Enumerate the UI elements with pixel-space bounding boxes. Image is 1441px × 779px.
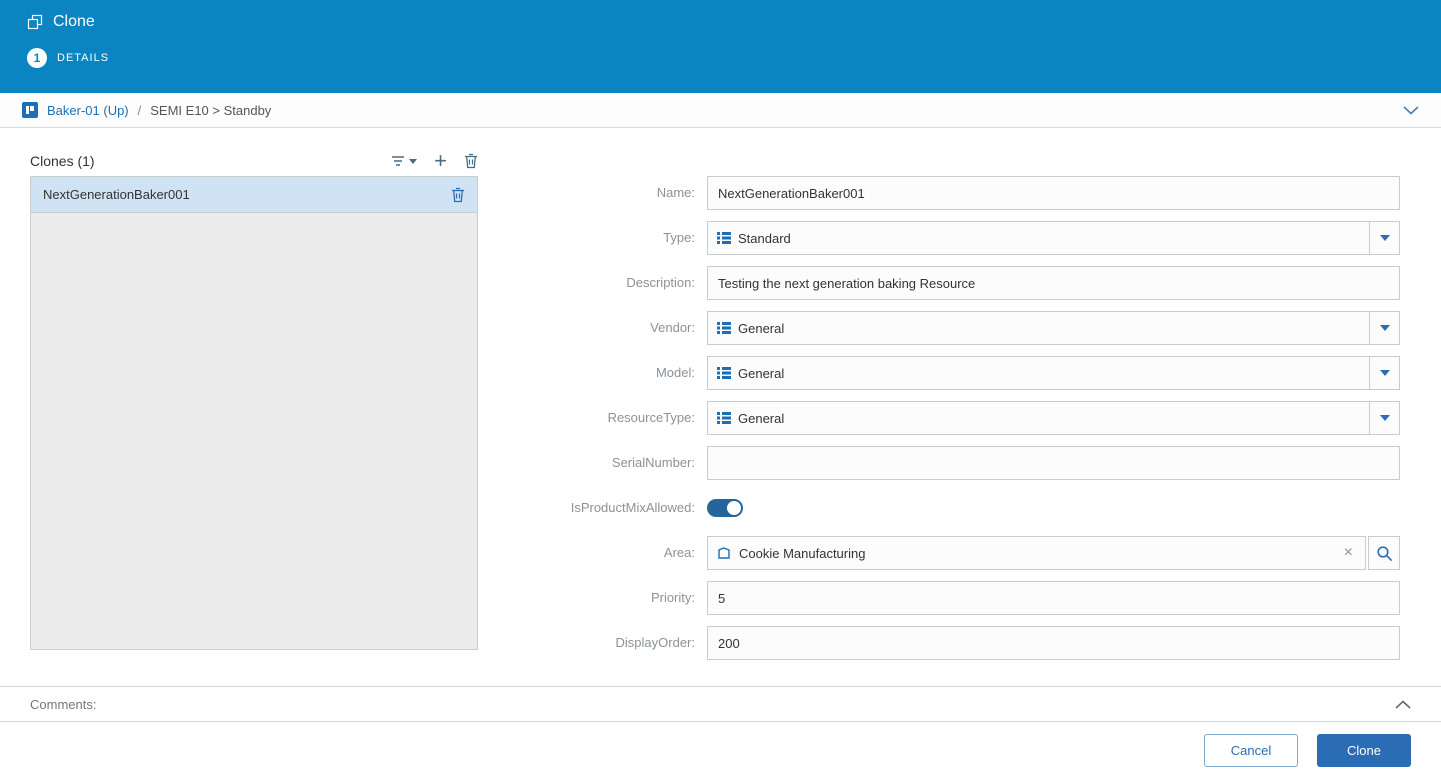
breadcrumb-separator: / [137, 102, 142, 118]
chevron-down-icon[interactable] [1403, 105, 1419, 115]
form-row-display-order: DisplayOrder: [520, 626, 1400, 660]
form-row-priority: Priority: [520, 581, 1400, 615]
entity-list-icon [717, 322, 731, 334]
form-row-resource-type: ResourceType: General [520, 401, 1400, 435]
area-icon [717, 546, 731, 560]
area-search-button[interactable] [1368, 536, 1400, 570]
clone-button[interactable]: Clone [1317, 733, 1411, 767]
clones-panel: Clones (1) + NextGenerationBaker001 [30, 150, 478, 686]
resource-type-value: General [738, 410, 785, 426]
model-dropdown-button[interactable] [1369, 357, 1399, 389]
breadcrumb-entity[interactable]: Baker-01 (Up) [47, 103, 129, 118]
model-value: General [738, 365, 785, 381]
display-order-input[interactable] [707, 626, 1400, 660]
name-input[interactable] [707, 176, 1400, 210]
clone-form: Name: Type: Standard Descriptio [520, 176, 1411, 686]
priority-label: Priority: [650, 590, 695, 605]
form-row-area: Area: Cookie Manufacturing × [520, 536, 1400, 570]
description-label: Description: [626, 275, 695, 290]
entity-list-icon [717, 367, 731, 379]
vendor-dropdown-button[interactable] [1369, 312, 1399, 344]
clone-item-name: NextGenerationBaker001 [43, 187, 190, 202]
description-input[interactable] [707, 266, 1400, 300]
type-value: Standard [738, 230, 791, 246]
step-label: DETAILS [57, 52, 110, 64]
type-label: Type: [663, 230, 695, 245]
form-row-is-product-mix-allowed: IsProductMixAllowed: [520, 491, 1400, 525]
entity-list-icon [717, 412, 731, 424]
resource-icon [22, 102, 38, 118]
main-content: Clones (1) + NextGenerationBaker001 Name… [0, 128, 1441, 686]
breadcrumb: Baker-01 (Up) / SEMI E10 > Standby [0, 93, 1441, 128]
serial-number-input[interactable] [707, 446, 1400, 480]
toggle-knob [727, 501, 741, 515]
form-row-name: Name: [520, 176, 1400, 210]
form-row-model: Model: General [520, 356, 1400, 390]
name-label: Name: [656, 185, 695, 200]
area-value: Cookie Manufacturing [739, 545, 866, 561]
filter-menu-icon[interactable] [391, 155, 418, 167]
is-product-mix-allowed-label: IsProductMixAllowed: [570, 500, 695, 515]
clear-icon[interactable]: × [1341, 544, 1356, 562]
priority-input[interactable] [707, 581, 1400, 615]
search-icon [1376, 545, 1393, 562]
cancel-button[interactable]: Cancel [1204, 733, 1298, 767]
area-label: Area: [663, 545, 695, 560]
page-title: Clone [53, 13, 95, 30]
clones-panel-title: Clones (1) [30, 153, 95, 169]
action-footer: Cancel Clone [0, 722, 1441, 778]
form-row-type: Type: Standard [520, 221, 1400, 255]
type-dropdown[interactable]: Standard [707, 221, 1400, 255]
type-dropdown-button[interactable] [1369, 222, 1399, 254]
entity-list-icon [717, 232, 731, 244]
vendor-value: General [738, 320, 785, 336]
form-row-description: Description: [520, 266, 1400, 300]
form-row-vendor: Vendor: General [520, 311, 1400, 345]
serial-number-label: SerialNumber: [611, 455, 695, 470]
resource-type-dropdown[interactable]: General [707, 401, 1400, 435]
is-product-mix-allowed-toggle[interactable] [707, 499, 743, 517]
clone-list-item[interactable]: NextGenerationBaker001 [31, 177, 477, 213]
vendor-label: Vendor: [650, 320, 695, 335]
delete-row-icon[interactable] [451, 187, 465, 203]
vendor-dropdown[interactable]: General [707, 311, 1400, 345]
breadcrumb-state: SEMI E10 > Standby [150, 102, 272, 118]
wizard-header: Clone 1 DETAILS [0, 0, 1441, 93]
area-picker[interactable]: Cookie Manufacturing × [707, 536, 1366, 570]
display-order-label: DisplayOrder: [615, 635, 695, 650]
add-clone-icon[interactable]: + [434, 150, 447, 172]
model-dropdown[interactable]: General [707, 356, 1400, 390]
comments-section: Comments: [0, 686, 1441, 722]
chevron-up-icon[interactable] [1395, 699, 1411, 709]
step-indicator[interactable]: 1 [27, 48, 47, 68]
form-row-serial-number: SerialNumber: [520, 446, 1400, 480]
resource-type-dropdown-button[interactable] [1369, 402, 1399, 434]
model-label: Model: [655, 365, 695, 380]
delete-clone-icon[interactable] [464, 153, 478, 169]
clone-icon [27, 14, 43, 30]
comments-label: Comments: [30, 696, 97, 712]
resource-type-label: ResourceType: [607, 410, 695, 425]
clone-list: NextGenerationBaker001 [30, 176, 478, 650]
